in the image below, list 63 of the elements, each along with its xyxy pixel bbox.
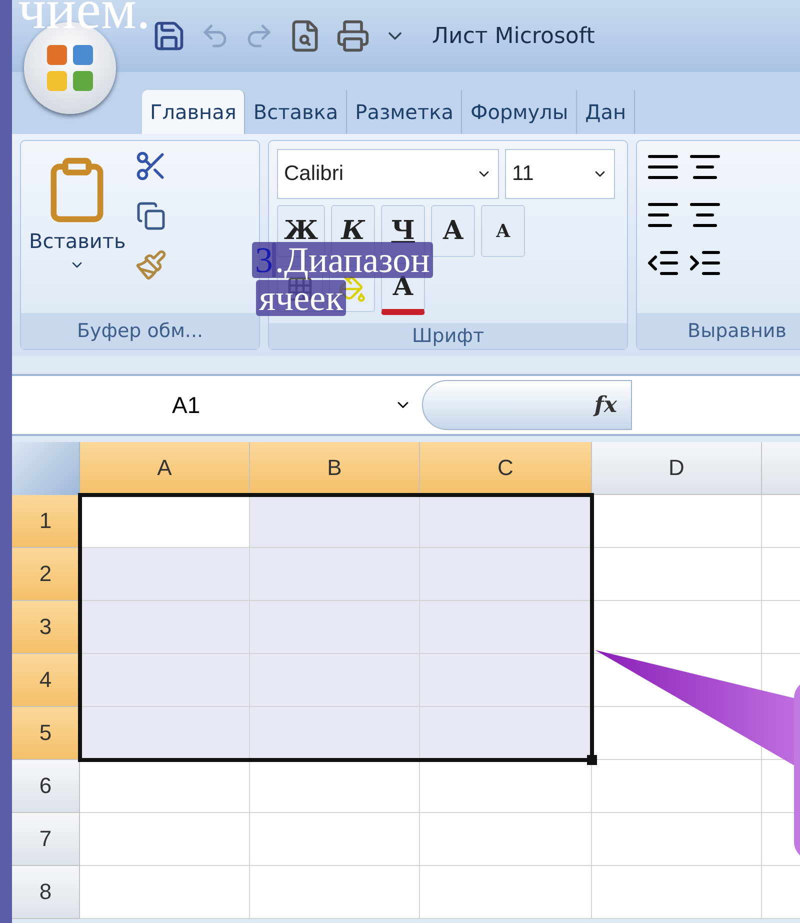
table-cell[interactable] [592, 813, 762, 866]
table-cell[interactable] [420, 654, 592, 707]
table-cell[interactable] [592, 760, 762, 813]
table-cell[interactable] [80, 707, 250, 760]
font-size-dropdown[interactable]: 11 [505, 149, 615, 199]
group-label: Шрифт [269, 323, 627, 349]
table-cell[interactable] [250, 601, 420, 654]
table-cell[interactable] [420, 601, 592, 654]
table-cell[interactable] [80, 654, 250, 707]
row-header[interactable]: 7 [12, 813, 80, 866]
window-title: Лист Microsoft [432, 24, 595, 48]
table-cell[interactable] [80, 866, 250, 919]
paste-button[interactable]: Вставить [29, 149, 126, 305]
table-cell[interactable] [80, 813, 250, 866]
caption-tooltip: ячеек [256, 280, 346, 316]
save-icon[interactable] [152, 19, 186, 53]
name-box[interactable]: A1 [12, 392, 422, 418]
row-header[interactable]: 3 [12, 601, 80, 654]
select-all-button[interactable] [12, 442, 80, 495]
slide-title: чием. [18, 0, 150, 42]
row-header[interactable]: 2 [12, 548, 80, 601]
column-header[interactable] [762, 442, 800, 495]
group-label: Выравнив [637, 313, 800, 349]
caption-tooltip: .Диапазон [272, 242, 433, 278]
group-label: Буфер обм... [21, 313, 259, 349]
table-cell[interactable] [420, 707, 592, 760]
row-header[interactable]: 4 [12, 654, 80, 707]
column-header[interactable]: B [250, 442, 420, 495]
column-header[interactable]: D [592, 442, 762, 495]
row-header[interactable]: 8 [12, 866, 80, 919]
table-cell[interactable] [250, 654, 420, 707]
column-header[interactable]: A [80, 442, 250, 495]
table-cell[interactable] [80, 495, 250, 548]
table-cell[interactable] [592, 601, 762, 654]
table-cell[interactable] [250, 548, 420, 601]
ribbon-tab[interactable]: Главная [142, 90, 246, 134]
insert-function-button[interactable]: fx [422, 380, 632, 430]
copy-icon[interactable] [136, 201, 166, 231]
table-cell[interactable] [250, 707, 420, 760]
table-cell[interactable] [80, 760, 250, 813]
table-cell[interactable] [80, 548, 250, 601]
table-cell[interactable] [420, 548, 592, 601]
table-cell[interactable] [420, 866, 592, 919]
shrink-font-button[interactable]: A [481, 205, 526, 257]
fill-handle[interactable] [587, 755, 597, 765]
printer-icon[interactable] [336, 19, 370, 53]
table-cell[interactable] [80, 601, 250, 654]
table-cell[interactable] [250, 866, 420, 919]
table-cell[interactable] [592, 495, 762, 548]
grow-font-button[interactable]: A [431, 205, 476, 257]
table-cell[interactable] [250, 760, 420, 813]
table-cell[interactable] [420, 495, 592, 548]
table-cell[interactable] [250, 813, 420, 866]
format-painter-icon[interactable] [134, 249, 167, 281]
row-header[interactable]: 6 [12, 760, 80, 813]
table-cell[interactable] [420, 813, 592, 866]
row-header[interactable]: 1 [12, 495, 80, 548]
font-name-dropdown[interactable]: Calibri [277, 149, 499, 199]
table-cell[interactable] [250, 495, 420, 548]
table-cell[interactable] [592, 548, 762, 601]
table-cell[interactable] [592, 866, 762, 919]
row-header[interactable]: 5 [12, 707, 80, 760]
column-header[interactable]: C [420, 442, 592, 495]
